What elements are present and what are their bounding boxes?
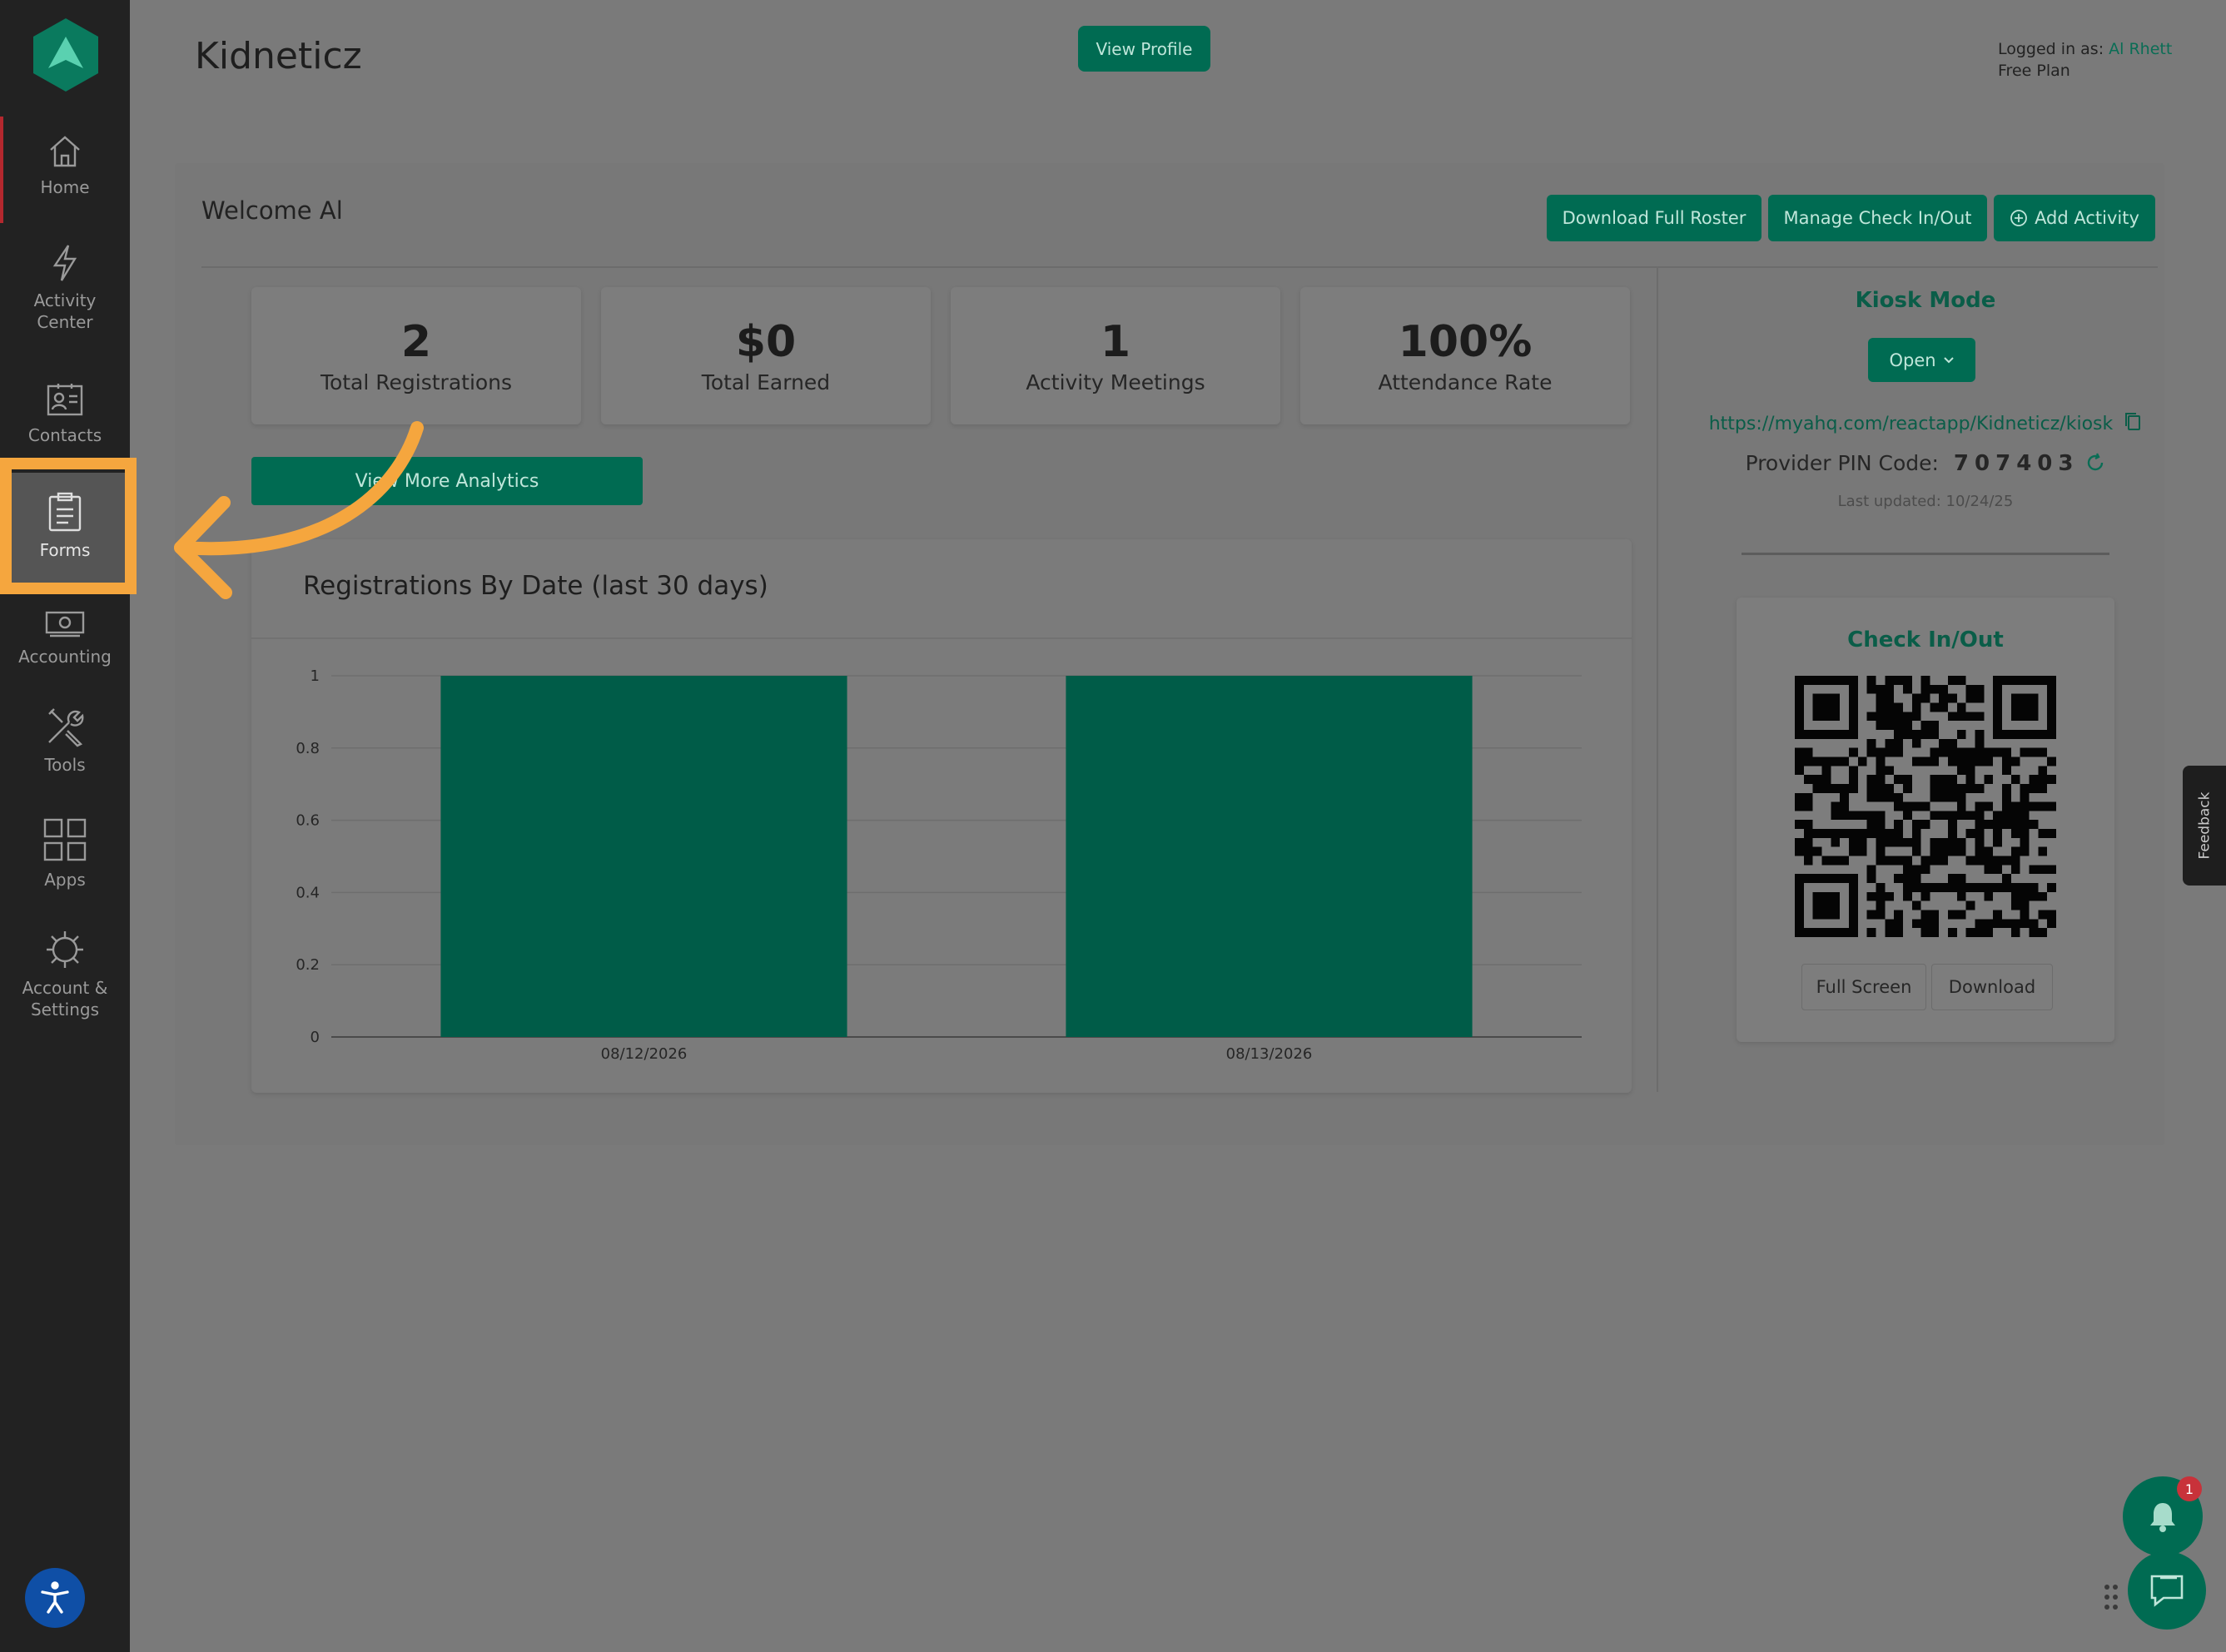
last-updated-text: Last updated: 10/24/25 <box>1837 493 2014 510</box>
y-tick-label: 0 <box>311 1029 320 1046</box>
sidebar-item-label: Accounting <box>18 647 112 667</box>
tools-icon <box>48 708 84 747</box>
stat-card: $0 Total Earned <box>601 287 931 424</box>
chevron-down-icon <box>1943 356 1954 363</box>
grid-icon <box>43 818 87 861</box>
y-tick-label: 0.2 <box>296 956 320 974</box>
plus-circle-icon <box>2010 210 2027 226</box>
stat-label: Total Registrations <box>320 370 513 394</box>
stat-value: 1 <box>1100 317 1131 367</box>
feedback-tab[interactable]: Feedback <box>2183 766 2226 886</box>
registrations-chart-card: Registrations By Date (last 30 days) 0 0.… <box>251 539 1632 1093</box>
pin-code: 707403 <box>1953 451 2079 476</box>
sidebar-item-label: Apps <box>44 870 86 890</box>
add-activity-label: Add Activity <box>2035 208 2139 228</box>
stat-value: 2 <box>400 317 432 367</box>
kiosk-status-label: Open <box>1889 350 1936 370</box>
stat-card: 100% Attendance Rate <box>1300 287 1630 424</box>
divider <box>251 637 1632 639</box>
sidebar-item-label: Account & Settings <box>22 978 108 1019</box>
sidebar-item-activity-center[interactable]: Activity Center <box>0 243 130 333</box>
contacts-icon <box>47 384 83 416</box>
accessibility-button[interactable] <box>25 1568 85 1628</box>
drag-handle-icon[interactable] <box>2103 1583 2119 1611</box>
lightning-icon <box>52 245 77 281</box>
sidebar-item-tools[interactable]: Tools <box>0 706 130 776</box>
sidebar-item-home[interactable]: Home <box>0 133 130 198</box>
divider <box>201 266 2158 268</box>
stat-label: Total Earned <box>701 370 831 394</box>
annotation-arrow-icon <box>174 421 424 599</box>
sidebar: Home Activity Center Contacts Forms Acco… <box>0 0 130 1652</box>
sidebar-item-account-settings[interactable]: Account & Settings <box>0 929 130 1020</box>
sidebar-item-accounting[interactable]: Accounting <box>0 606 130 667</box>
refresh-icon[interactable] <box>2085 453 2105 473</box>
download-roster-button[interactable]: Download Full Roster <box>1547 195 1761 241</box>
sidebar-item-label: Tools <box>44 755 86 775</box>
kiosk-mode-title: Kiosk Mode <box>1855 288 1996 313</box>
sidebar-item-apps[interactable]: Apps <box>0 817 130 890</box>
kiosk-url-link[interactable]: https://myahq.com/reactapp/Kidneticz/kio… <box>1709 414 2114 434</box>
chat-button[interactable] <box>2128 1551 2206 1630</box>
home-icon <box>50 136 80 167</box>
kiosk-status-dropdown[interactable]: Open <box>1868 338 1975 382</box>
sidebar-item-label: Contacts <box>27 425 102 445</box>
money-icon <box>45 611 85 637</box>
app-logo[interactable] <box>32 17 100 93</box>
bar <box>440 676 847 1037</box>
user-name-link[interactable]: Al Rhett <box>2109 40 2172 58</box>
stat-label: Attendance Rate <box>1378 370 1553 394</box>
y-tick-label: 1 <box>311 667 320 685</box>
pin-label: Provider PIN Code: <box>1745 451 1939 475</box>
login-info: Logged in as: Al Rhett Free Plan <box>1998 38 2172 82</box>
stat-value: $0 <box>735 317 797 367</box>
qr-modules <box>1795 676 2056 937</box>
sidebar-item-label: Home <box>40 177 90 197</box>
sidebar-item-label: Activity Center <box>33 290 97 332</box>
plan-label: Free Plan <box>1998 62 2070 80</box>
add-activity-button[interactable]: Add Activity <box>1994 195 2155 241</box>
logged-in-label: Logged in as: <box>1998 40 2104 58</box>
bell-icon <box>2150 1503 2175 1532</box>
chat-icon <box>2150 1575 2184 1607</box>
manage-checkin-button[interactable]: Manage Check In/Out <box>1768 195 1987 241</box>
y-tick-label: 0.4 <box>296 884 320 901</box>
full-screen-button[interactable]: Full Screen <box>1801 964 1926 1010</box>
accessibility-icon <box>41 1581 69 1614</box>
kiosk-url-row: https://myahq.com/reactapp/Kidneticz/kio… <box>1698 411 2153 434</box>
provider-pin-row: Provider PIN Code: 707403 <box>1698 451 2153 476</box>
copy-icon[interactable] <box>2124 411 2142 431</box>
stat-card: 1 Activity Meetings <box>951 287 1280 424</box>
page-title: Kidneticz <box>195 35 362 77</box>
qr-code-image <box>1795 676 2056 937</box>
welcome-heading: Welcome Al <box>201 196 343 225</box>
check-in-out-card: Check In/Out Full Screen Download <box>1737 598 2114 1042</box>
y-tick-label: 0.8 <box>296 740 320 757</box>
divider <box>1742 553 2109 555</box>
y-tick-label: 0.6 <box>296 812 320 830</box>
check-in-out-title: Check In/Out <box>1847 628 2004 652</box>
feedback-label: Feedback <box>2196 791 2213 860</box>
view-profile-button[interactable]: View Profile <box>1078 26 1210 72</box>
stat-card: 2 Total Registrations <box>251 287 581 424</box>
download-qr-button[interactable]: Download <box>1931 964 2053 1010</box>
x-tick-label: 08/12/2026 <box>601 1045 688 1063</box>
stat-value: 100% <box>1398 317 1533 367</box>
sidebar-item-contacts[interactable]: Contacts <box>0 381 130 446</box>
x-tick-label: 08/13/2026 <box>1226 1045 1313 1063</box>
gear-icon <box>47 931 83 968</box>
divider <box>1657 268 1658 1092</box>
annotation-highlight-box <box>0 458 137 594</box>
bar <box>1066 676 1473 1037</box>
notification-count-badge: 1 <box>2177 1476 2202 1501</box>
bar-chart: 0 0.2 0.4 0.6 0.8 1 08/12/2026 08/13/2026 <box>296 667 1582 1063</box>
stat-label: Activity Meetings <box>1026 370 1205 394</box>
